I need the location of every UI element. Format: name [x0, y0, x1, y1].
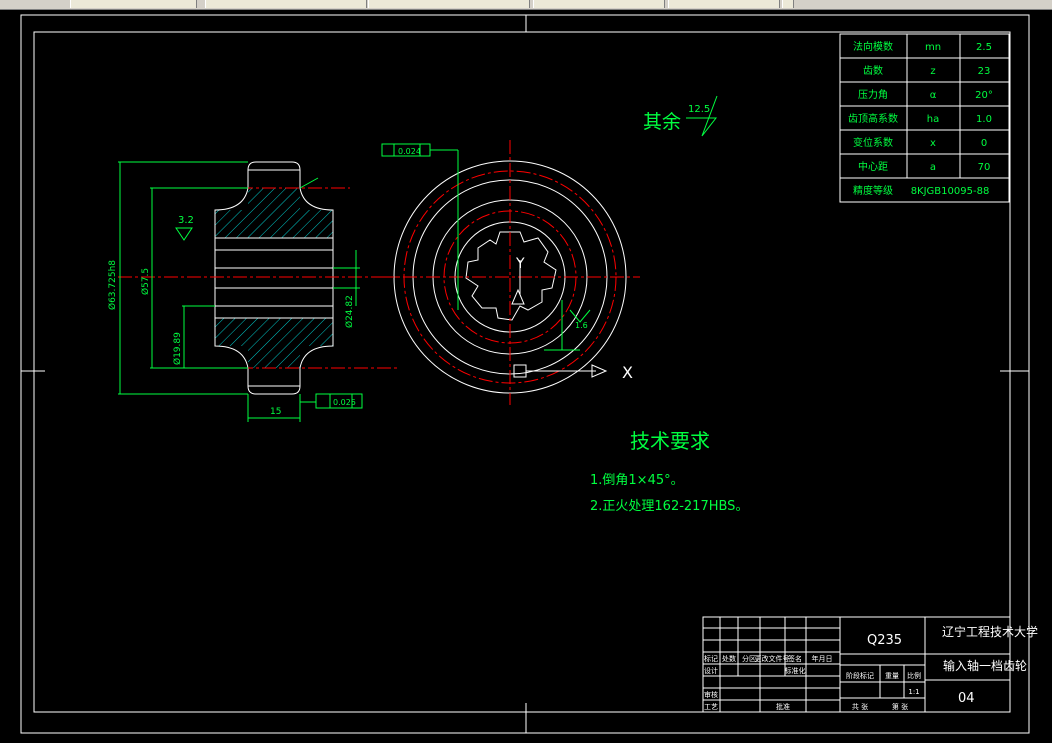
param-name: 中心距 — [858, 160, 888, 173]
x-axis-label: X — [622, 363, 633, 382]
tb-approve-label: 批准 — [776, 702, 790, 711]
tb-part-name: 输入轴一档齿轮 — [943, 658, 1027, 673]
gear-front-view: Y X 0.024 1.6 — [380, 140, 640, 405]
upper-hatch — [215, 188, 333, 238]
param-value: 1.0 — [976, 114, 992, 125]
toolbar-tab[interactable] — [368, 0, 530, 8]
tb-row-label: 标记 — [704, 654, 718, 663]
runout-tolerance-top: 0.024 — [398, 147, 421, 156]
tb-drawing-no: 04 — [958, 691, 975, 706]
param-value: 20° — [975, 90, 993, 101]
tb-row-label: 更改文件号 — [755, 654, 790, 663]
pitch-dimension: Ø57.5 — [140, 268, 151, 295]
tb-school: 辽宁工程技术大学 — [942, 624, 1038, 639]
tb-scale: 1:1 — [908, 688, 919, 696]
od-dimension: Ø63.725h8 — [107, 260, 118, 310]
gear-section-view: Ø63.725h8 Ø57.5 Ø19.89 Ø24.82 15 0.025 3… — [107, 161, 400, 422]
toolbar-tab[interactable] — [668, 0, 780, 8]
roughness-value: 12.5 — [688, 104, 710, 115]
bore-dimension: Ø19.89 — [172, 332, 183, 365]
y-axis-label: Y — [515, 256, 525, 272]
toolbar-tab[interactable] — [70, 0, 197, 8]
width-dimension: 15 — [270, 407, 281, 417]
key-dimension: Ø24.82 — [344, 295, 355, 328]
param-name: 变位系数 — [853, 136, 893, 149]
tb-sheet-label: 第 张 — [892, 702, 908, 711]
roughness-left: 3.2 — [178, 215, 194, 226]
tb-review-label: 审核 — [704, 690, 718, 699]
param-name: 精度等级 — [853, 184, 893, 197]
technical-requirements: 技术要求 1.倒角1×45°。 2.正火处理162-217HBS。 — [590, 429, 748, 514]
tb-row-label: 处数 — [722, 654, 736, 663]
tb-stage-label: 比例 — [907, 671, 921, 680]
spline-bore — [465, 231, 557, 321]
param-name: 齿数 — [863, 64, 883, 77]
tech-item: 1.倒角1×45°。 — [590, 473, 684, 488]
tb-design-label: 标准化 — [785, 666, 806, 675]
param-value: 70 — [978, 162, 991, 173]
toolbar-tab[interactable] — [205, 0, 367, 8]
tb-stage-label: 重量 — [885, 672, 899, 680]
param-value: 0 — [981, 138, 987, 149]
param-symbol: z — [930, 66, 935, 77]
param-symbol: mn — [925, 42, 941, 53]
tech-title: 技术要求 — [630, 429, 710, 453]
tech-item: 2.正火处理162-217HBS。 — [590, 499, 748, 514]
remaining-roughness-note: 其余 12.5 — [643, 95, 718, 137]
param-symbol: 8KJGB10095-88 — [911, 186, 990, 197]
tb-row-label: 签名 — [788, 654, 802, 663]
param-value: 2.5 — [976, 42, 992, 53]
param-value: 23 — [978, 66, 991, 77]
lower-hatch — [215, 318, 333, 368]
param-symbol: x — [930, 138, 936, 149]
tb-design-label: 设计 — [704, 666, 718, 675]
runout-tolerance: 0.025 — [333, 398, 356, 407]
roughness-symbol — [686, 95, 718, 137]
param-name: 压力角 — [858, 88, 888, 101]
application-toolbar — [0, 0, 1052, 10]
tb-stage-label: 阶段标记 — [846, 671, 874, 680]
param-symbol: ha — [927, 114, 939, 125]
roughness-right: 1.6 — [575, 321, 588, 330]
gear-parameter-table: 法向模数 mn 2.5 齿数 z 23 压力角 α 20° 齿顶高系数 ha 1… — [839, 33, 1010, 203]
title-block: 标记 处数 分区 更改文件号 签名 年月日 设计 标准化 审核 工艺 批准 阶段… — [702, 616, 1038, 713]
tb-sheet-label: 共 张 — [852, 702, 868, 711]
toolbar-tab[interactable] — [782, 0, 794, 8]
tb-material: Q235 — [867, 633, 902, 648]
roughness-label: 其余 — [643, 111, 681, 133]
tb-row-label: 年月日 — [812, 654, 833, 663]
param-name: 法向模数 — [853, 40, 893, 53]
param-name: 齿顶高系数 — [848, 112, 898, 125]
tb-process-label: 工艺 — [704, 703, 718, 711]
cad-drawing-canvas[interactable]: 法向模数 mn 2.5 齿数 z 23 压力角 α 20° 齿顶高系数 ha 1… — [0, 10, 1052, 743]
toolbar-tab[interactable] — [533, 0, 665, 8]
param-symbol: a — [930, 162, 936, 173]
param-symbol: α — [930, 90, 937, 101]
